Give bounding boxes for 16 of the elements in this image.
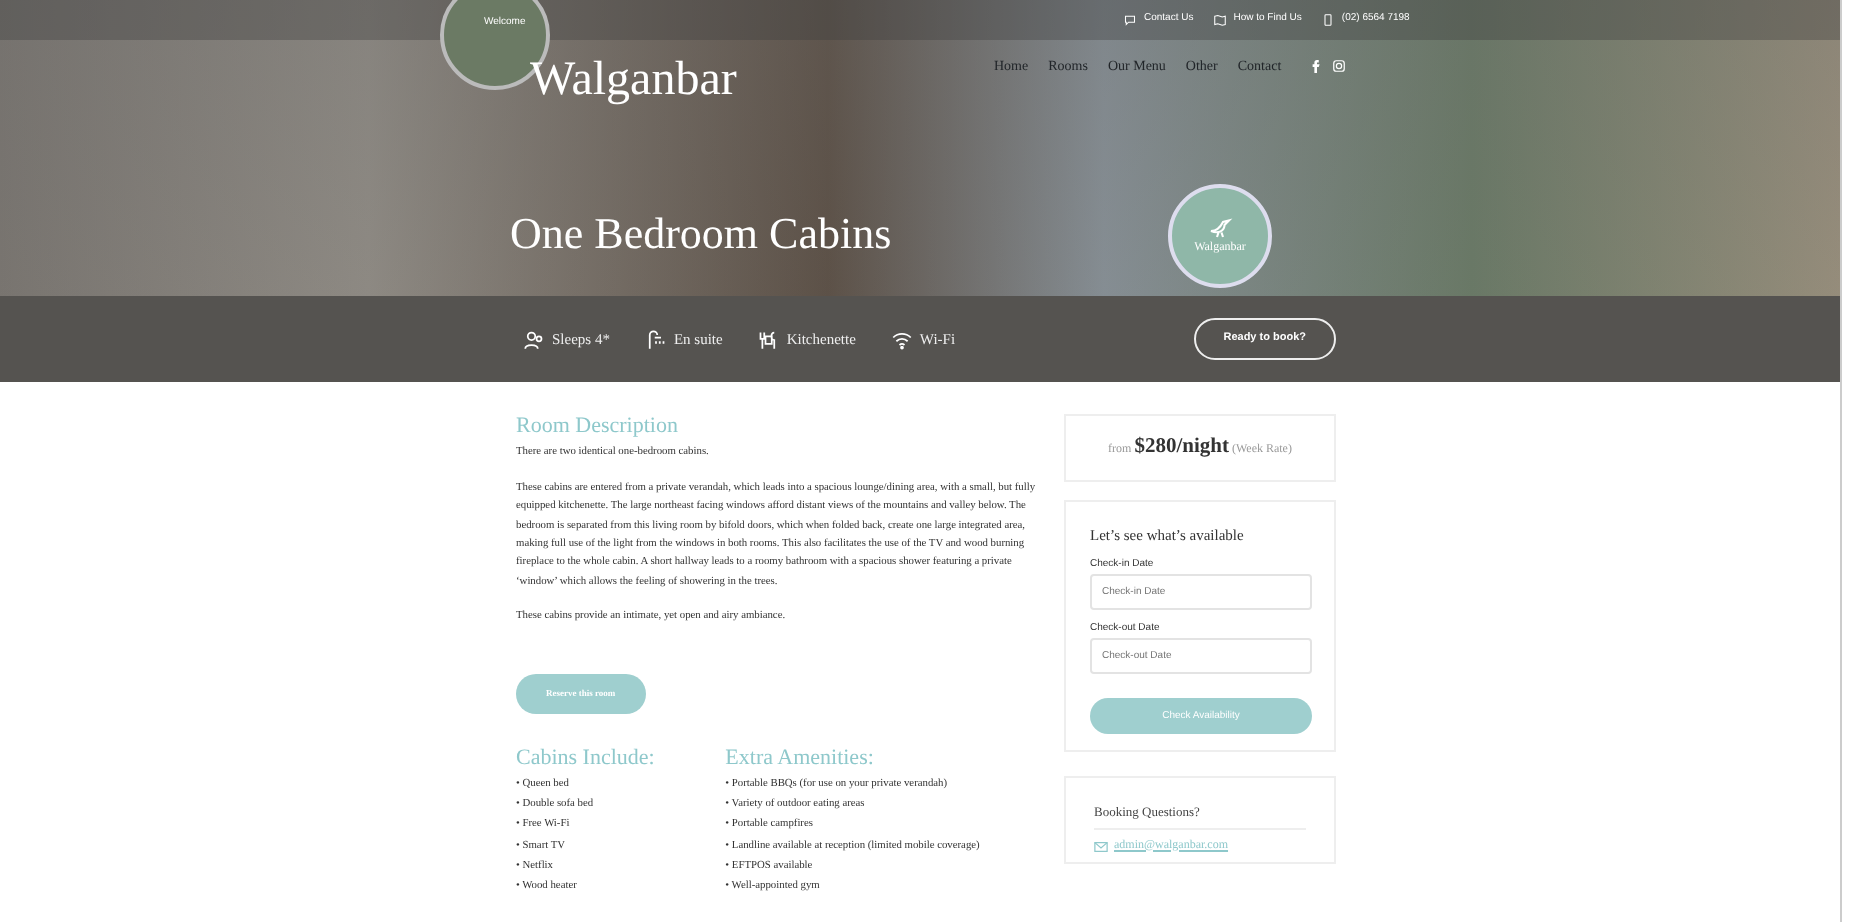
phone-icon — [1321, 13, 1334, 26]
site-logo[interactable]: Walganbar — [530, 44, 737, 116]
facebook-icon[interactable] — [1310, 58, 1324, 74]
instagram-icon[interactable] — [1332, 58, 1346, 74]
wifi-icon — [891, 329, 912, 349]
cutlery-icon — [758, 329, 779, 349]
section-heading: Room Description — [516, 414, 680, 441]
shower-icon — [645, 329, 666, 349]
chat-bubble-icon — [1124, 13, 1136, 26]
list-heading: Extra Amenities: — [725, 745, 876, 772]
list-heading: Cabins Include: — [516, 745, 657, 772]
map-icon — [1213, 13, 1226, 26]
price-amount: $280/night — [1134, 436, 1229, 458]
people-icon — [524, 329, 544, 349]
envelope-icon — [1094, 839, 1108, 854]
page-title: One Bedroom Cabins — [510, 206, 892, 262]
